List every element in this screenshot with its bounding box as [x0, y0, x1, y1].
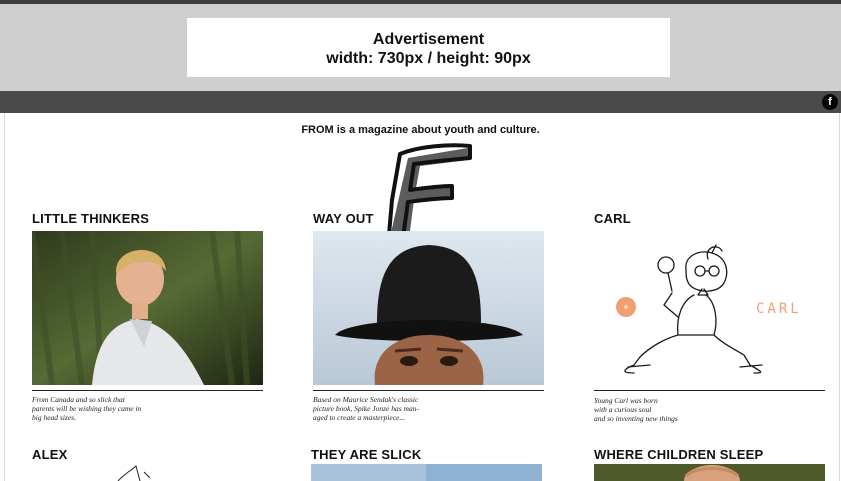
article-image-they-are-slick[interactable]: [311, 464, 542, 481]
article-title[interactable]: ALEX: [32, 447, 67, 462]
article-caption: Young Carl was born with a curious soul …: [594, 396, 678, 423]
article-caption: Based on Maurice Sendak's classic pictur…: [313, 395, 419, 422]
ad-title: Advertisement: [372, 31, 485, 48]
article-image-little-thinkers[interactable]: [32, 231, 263, 385]
ad-size: width: 730px / height: 90px: [326, 50, 531, 67]
site-tagline: FROM is a magazine about youth and cultu…: [301, 124, 540, 136]
article-where-children-sleep[interactable]: WHERE CHILDREN SLEEP: [594, 447, 763, 462]
article-caption: From Canada and so slick that parents wi…: [32, 395, 142, 422]
article-image-carl[interactable]: CARL: [594, 231, 825, 385]
advertisement-band: Advertisement width: 730px / height: 90p…: [0, 0, 841, 91]
article-title[interactable]: CARL: [594, 211, 631, 226]
right-page-edge: [839, 113, 840, 481]
top-border: [0, 0, 841, 4]
article-divider: [594, 390, 825, 391]
facebook-icon[interactable]: f: [822, 94, 838, 110]
article-divider: [32, 390, 263, 391]
article-image-way-out[interactable]: [313, 231, 544, 385]
article-carl[interactable]: CARL: [594, 211, 631, 226]
article-image-alex[interactable]: [32, 464, 263, 481]
article-title[interactable]: LITTLE THINKERS: [32, 211, 149, 226]
article-they-are-slick[interactable]: THEY ARE SLICK: [311, 447, 421, 462]
article-little-thinkers[interactable]: LITTLE THINKERS: [32, 211, 149, 226]
article-image-where-children-sleep[interactable]: [594, 464, 825, 481]
left-page-edge: [4, 113, 5, 481]
article-way-out[interactable]: WAY OUT: [313, 211, 374, 226]
advertisement-banner[interactable]: Advertisement width: 730px / height: 90p…: [187, 18, 670, 77]
article-alex[interactable]: ALEX: [32, 447, 67, 462]
article-divider: [313, 390, 544, 391]
article-title[interactable]: WHERE CHILDREN SLEEP: [594, 447, 763, 462]
nav-bar: f: [0, 91, 841, 113]
carl-image-text: CARL: [756, 301, 802, 317]
article-title[interactable]: THEY ARE SLICK: [311, 447, 421, 462]
article-title[interactable]: WAY OUT: [313, 211, 374, 226]
